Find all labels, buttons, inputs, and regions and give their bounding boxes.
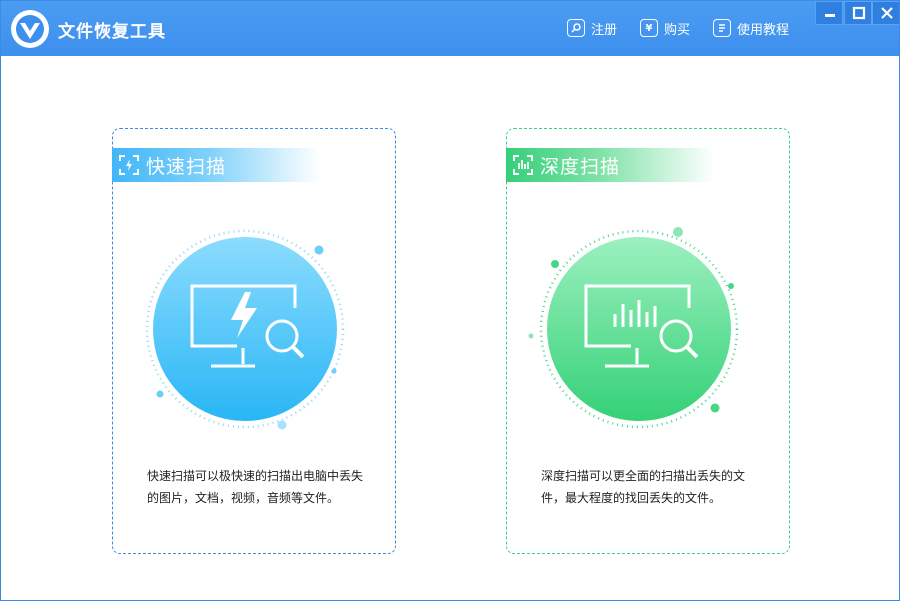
decor-dot — [728, 283, 734, 289]
decor-dot — [331, 368, 337, 374]
deep-scan-illustration[interactable] — [527, 224, 767, 464]
yen-icon: ¥ — [640, 19, 658, 37]
maximize-button[interactable] — [844, 1, 872, 25]
decor-dot — [551, 260, 559, 268]
deep-scan-header[interactable]: 深度扫描 — [506, 148, 714, 182]
quick-scan-card[interactable]: 快速扫描 快速扫描可以极快速的扫描出电脑中丢失的图片，文档，视频，音频等文件。 — [112, 128, 396, 554]
document-icon — [713, 19, 731, 37]
decor-dot — [314, 245, 324, 255]
minimize-button[interactable] — [815, 1, 843, 25]
buy-button[interactable]: ¥ 购买 — [640, 16, 690, 40]
minimize-icon — [825, 14, 835, 17]
app-logo — [11, 10, 49, 48]
register-button[interactable]: 注册 — [567, 16, 617, 40]
tutorial-button[interactable]: 使用教程 — [713, 16, 789, 40]
logo-icon — [13, 12, 47, 46]
scan-frame-icon — [513, 155, 533, 175]
key-icon — [567, 19, 585, 37]
quick-scan-description: 快速扫描可以极快速的扫描出电脑中丢失的图片，文档，视频，音频等文件。 — [147, 469, 364, 505]
scan-frame-icon — [119, 155, 139, 175]
title-bar[interactable]: 文件恢复工具 注册 ¥ 购买 使用教程 — [1, 1, 899, 56]
quick-scan-illustration[interactable] — [133, 224, 373, 464]
quick-scan-header[interactable]: 快速扫描 — [112, 148, 320, 182]
decor-dot — [156, 390, 164, 398]
close-button[interactable] — [872, 1, 899, 25]
quick-scan-circle — [153, 237, 337, 421]
buy-label: 购买 — [664, 22, 691, 38]
decor-dot — [673, 227, 683, 237]
deep-scan-circle — [547, 237, 731, 421]
maximize-icon — [852, 6, 866, 20]
decor-dot — [277, 420, 287, 430]
decor-dot — [710, 403, 720, 413]
app-title: 文件恢复工具 — [58, 22, 166, 42]
tutorial-label: 使用教程 — [737, 22, 790, 38]
decor-dot — [528, 333, 534, 339]
app-window: 文件恢复工具 注册 ¥ 购买 使用教程 快速扫描 快速扫描可以极快速的扫描出电脑… — [0, 0, 900, 601]
deep-scan-card[interactable]: 深度扫描 深度扫描可以更全面的扫描出丢失的文件，最大程度的找回丢失的文件。 — [506, 128, 790, 554]
register-label: 注册 — [591, 22, 618, 38]
close-icon — [881, 7, 893, 19]
deep-scan-title: 深度扫描 — [540, 155, 621, 178]
quick-scan-title: 快速扫描 — [146, 155, 227, 178]
deep-scan-description: 深度扫描可以更全面的扫描出丢失的文件，最大程度的找回丢失的文件。 — [541, 469, 746, 505]
